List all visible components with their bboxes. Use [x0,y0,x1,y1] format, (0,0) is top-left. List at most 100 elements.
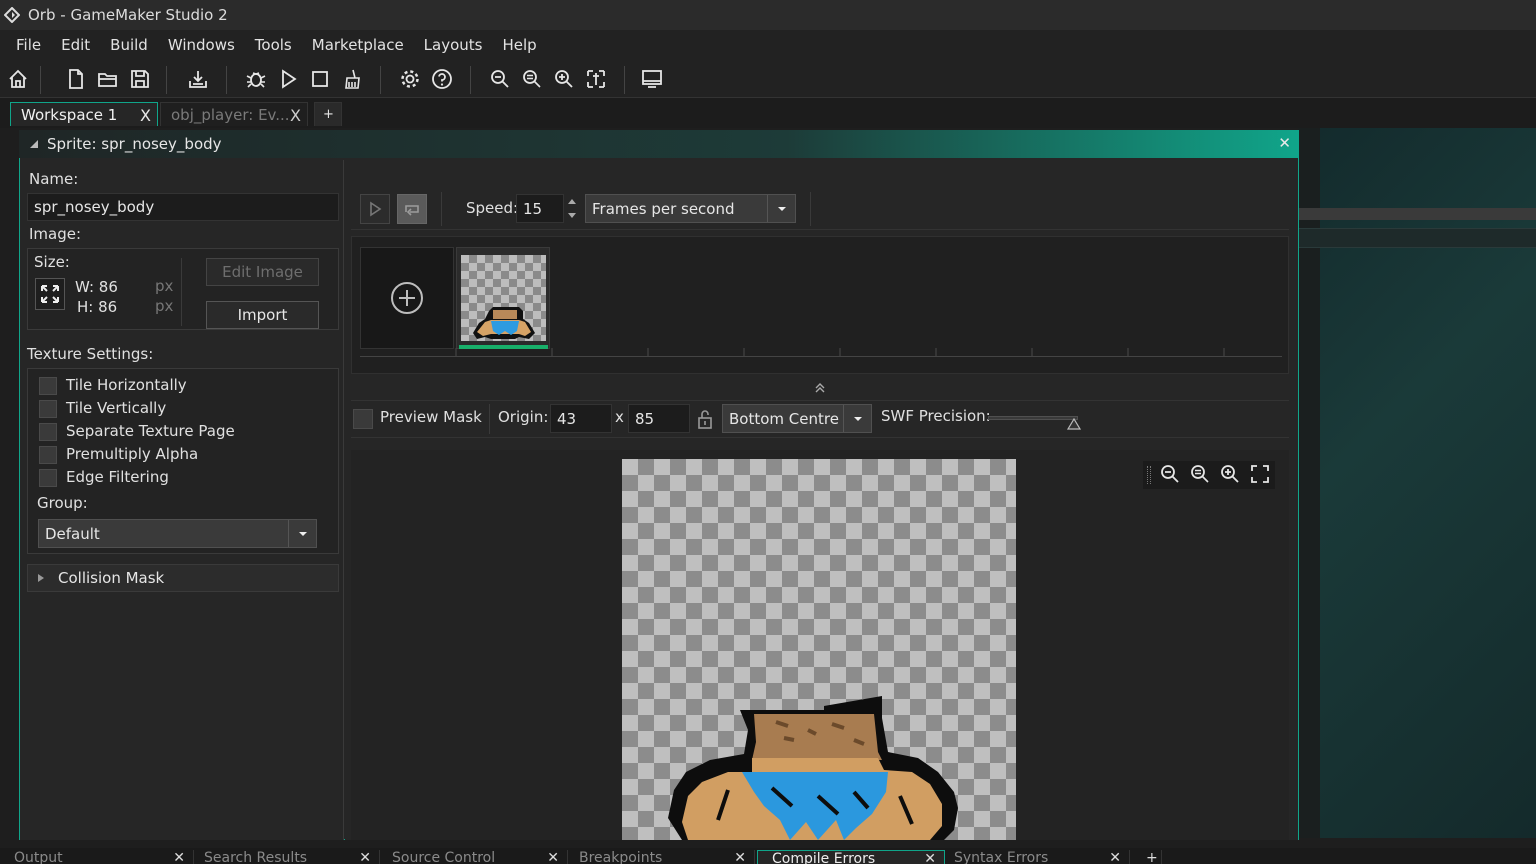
collapse-up-icon[interactable] [814,382,826,394]
export-icon[interactable] [184,64,212,94]
open-folder-icon[interactable] [94,64,122,94]
menu-tools[interactable]: Tools [247,36,300,54]
clean-icon[interactable] [338,64,366,94]
menu-windows[interactable]: Windows [160,36,243,54]
speed-unit-select[interactable]: Frames per second [585,194,796,223]
chevron-down-icon[interactable] [568,213,576,219]
stop-icon[interactable] [306,64,334,94]
monitor-icon[interactable] [638,64,666,94]
add-circle-icon [391,282,423,314]
chevron-up-icon[interactable] [568,198,576,204]
close-icon[interactable]: ✕ [359,850,371,864]
group-select-value: Default [45,524,100,543]
swf-precision-label: SWF Precision: [881,407,991,425]
home-icon[interactable] [4,64,32,94]
collapse-triangle-icon[interactable] [29,139,39,149]
chevron-down-icon[interactable] [767,195,795,222]
menu-file[interactable]: File [8,36,49,54]
image-label: Image: [29,225,82,243]
chevron-down-icon[interactable] [288,520,316,547]
loop-icon[interactable] [397,194,427,224]
menu-help[interactable]: Help [494,36,544,54]
new-file-icon[interactable] [62,64,90,94]
frame-thumbnail[interactable] [456,247,550,349]
height-value: H: 86 [77,298,118,316]
tab-syntax-errors[interactable]: Syntax Errors ✕ [940,850,1130,864]
close-icon[interactable]: X [290,106,301,125]
help-icon[interactable] [428,64,456,94]
name-field[interactable]: spr_nosey_body [27,193,339,221]
tab-search-results[interactable]: Search Results ✕ [190,850,380,864]
premultiply-alpha-checkbox[interactable] [39,446,57,464]
debug-icon[interactable] [242,64,270,94]
frame-preview [461,255,546,341]
play-icon[interactable] [274,64,302,94]
close-icon[interactable]: X [140,106,151,125]
origin-y-input[interactable]: 85 [628,404,690,433]
add-tab-button[interactable]: + [314,102,342,126]
tile-horizontally-checkbox[interactable] [39,377,57,395]
fullscreen-icon[interactable] [1247,461,1273,487]
tab-workspace-1[interactable]: Workspace 1 X [10,102,158,126]
tab-breakpoints[interactable]: Breakpoints ✕ [565,850,755,864]
speed-unit-value: Frames per second [592,199,735,218]
tab-compile-errors[interactable]: Compile Errors ✕ [757,850,945,864]
add-frame-button[interactable] [360,247,454,349]
tab-label: obj_player: Ev... [171,105,290,124]
tile-vertically-checkbox[interactable] [39,400,57,418]
origin-preset-select[interactable]: Bottom Centre [722,404,872,433]
drag-handle-icon[interactable] [1147,466,1151,484]
menu-edit[interactable]: Edit [53,36,98,54]
zoom-in-icon[interactable] [550,64,578,94]
close-icon[interactable]: ✕ [1109,850,1121,864]
zoom-in-icon[interactable] [1217,461,1243,487]
settings-icon[interactable] [396,64,424,94]
menu-layouts[interactable]: Layouts [416,36,491,54]
close-icon[interactable]: ✕ [547,850,559,864]
preview-mask-checkbox[interactable] [353,409,373,429]
close-icon[interactable]: ✕ [924,851,936,864]
main-toolbar [0,60,1536,98]
speed-input[interactable]: 15 [516,194,564,223]
origin-x-input[interactable]: 43 [550,404,612,433]
tab-output[interactable]: Output ✕ [0,850,194,864]
save-icon[interactable] [126,64,154,94]
chevron-down-icon[interactable] [843,405,871,432]
play-animation-icon[interactable] [360,194,390,224]
tab-obj-player[interactable]: obj_player: Ev... X [160,102,308,126]
close-icon[interactable]: ✕ [734,850,746,864]
zoom-reset-icon[interactable] [518,64,546,94]
speed-stepper[interactable] [565,194,579,223]
import-button[interactable]: Import [206,301,319,329]
zoom-reset-icon[interactable] [1187,461,1213,487]
add-output-tab-button[interactable]: + [1132,850,1162,864]
menu-marketplace[interactable]: Marketplace [304,36,412,54]
unlock-icon[interactable] [694,404,716,433]
edit-image-button[interactable]: Edit Image [206,258,319,286]
zoom-out-icon[interactable] [1157,461,1183,487]
fit-icon[interactable] [582,64,610,94]
name-label: Name: [29,170,79,188]
sprite-editor-header[interactable]: Sprite: spr_nosey_body ✕ [19,130,1299,158]
origin-preset-value: Bottom Centre [729,409,839,428]
tab-source-control[interactable]: Source Control ✕ [378,850,568,864]
group-select[interactable]: Default [38,519,317,548]
expand-triangle-icon [38,574,44,582]
resize-icon[interactable] [35,278,65,310]
sprite-properties-panel: Name: spr_nosey_body Image: Size: W: 86 … [20,160,344,840]
speed-label: Speed: [466,199,519,217]
tile-horizontally-label: Tile Horizontally [66,376,187,394]
menu-build[interactable]: Build [102,36,156,54]
zoom-out-icon[interactable] [486,64,514,94]
separate-texture-page-checkbox[interactable] [39,423,57,441]
sprite-canvas[interactable] [622,459,1016,840]
close-icon[interactable]: ✕ [1278,134,1291,152]
slider-handle-icon[interactable] [1067,418,1081,430]
swf-precision-slider[interactable] [988,416,1078,420]
width-value: W: 86 [75,278,118,296]
close-icon[interactable]: ✕ [173,850,185,864]
gamemaker-logo-icon [4,7,20,23]
collision-mask-header[interactable]: Collision Mask [27,564,339,592]
divider [441,192,442,226]
edge-filtering-checkbox[interactable] [39,469,57,487]
